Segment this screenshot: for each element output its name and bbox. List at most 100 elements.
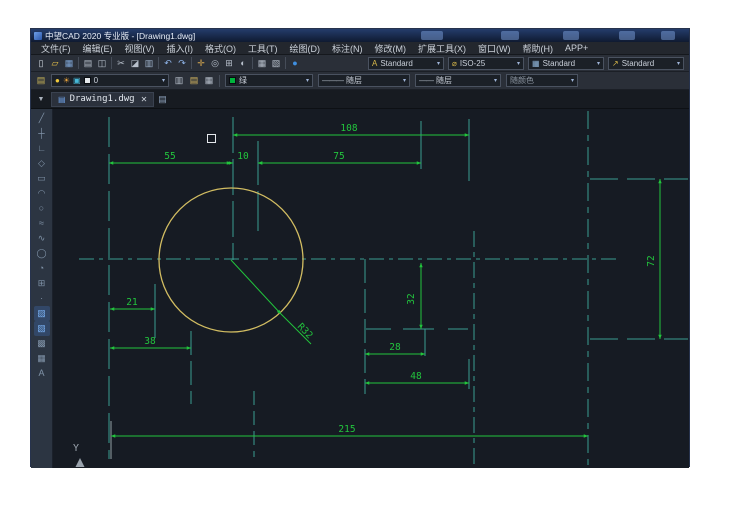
- save-icon[interactable]: ▦: [62, 57, 76, 70]
- zoom-window-icon[interactable]: ⊞: [222, 57, 236, 70]
- lineweight-combo-caret-icon[interactable]: ▾: [490, 77, 497, 84]
- open-folder-icon[interactable]: ▱: [48, 57, 62, 70]
- table-style-icon: ▦: [532, 59, 540, 68]
- text-style-combo[interactable]: AStandard▾: [368, 57, 444, 70]
- cut-icon[interactable]: ✂: [114, 57, 128, 70]
- layer-lock-icon[interactable]: ▣: [73, 76, 81, 85]
- tool-polygon-icon[interactable]: ◇: [34, 156, 50, 171]
- tool-construction-line-icon[interactable]: ┼: [34, 126, 50, 141]
- toolbar-separator: [252, 57, 253, 69]
- tool-spline-icon[interactable]: ∿: [34, 231, 50, 246]
- tab-list-dropdown-icon[interactable]: ▼: [35, 96, 47, 103]
- tool-line-icon[interactable]: ╱: [34, 111, 50, 126]
- layer-combo-caret-icon[interactable]: ▾: [158, 77, 165, 84]
- tool-arc-icon[interactable]: ◠: [34, 186, 50, 201]
- tool-ellipse-icon[interactable]: ◯: [34, 246, 50, 261]
- tab-close-icon[interactable]: ✕: [141, 95, 148, 104]
- dim-style-caret-icon[interactable]: ▾: [513, 60, 520, 67]
- zoom-previous-icon[interactable]: ◐: [236, 57, 250, 70]
- current-layer-name: 0: [94, 76, 98, 85]
- menu-item-11[interactable]: 帮助(H): [517, 42, 560, 55]
- layer-previous-icon[interactable]: ▤: [187, 74, 201, 87]
- menu-item-12[interactable]: APP+: [559, 43, 594, 53]
- tool-ellipse-arc-icon[interactable]: ◔: [34, 261, 50, 276]
- menu-item-3[interactable]: 插入(I): [161, 42, 200, 55]
- design-center-icon[interactable]: ▧: [269, 57, 283, 70]
- layer-on-bulb-icon[interactable]: ●: [55, 76, 60, 85]
- dim-text-r32: R32: [295, 321, 315, 341]
- tool-revision-cloud-icon[interactable]: ≈: [34, 216, 50, 231]
- paste-icon[interactable]: ▥: [142, 57, 156, 70]
- dim-text-108: 108: [340, 123, 357, 134]
- layer-states-icon[interactable]: ▦: [202, 74, 216, 87]
- tab-drawing1[interactable]: ▤ Drawing1.dwg ✕: [51, 92, 154, 107]
- lineweight-control-combo[interactable]: —— 随层 ▾: [415, 74, 501, 87]
- toolbar-separator: [158, 57, 159, 69]
- layer-combo[interactable]: ● ☀ ▣ 0 ▾: [51, 74, 169, 87]
- draw-tool-palette: ╱┼∟◇▭◠○≈∿◯◔⊞∙▨▧▩▦A: [31, 109, 53, 468]
- menu-item-10[interactable]: 窗口(W): [472, 42, 517, 55]
- color-control-combo[interactable]: 绿 ▾: [225, 74, 313, 87]
- tool-rectangle-icon[interactable]: ▭: [34, 171, 50, 186]
- tool-gradient-icon[interactable]: ▧: [34, 321, 50, 336]
- tab-label: Drawing1.dwg: [70, 94, 135, 104]
- new-file-icon[interactable]: ▯: [34, 57, 48, 70]
- screenshot-page: 中望CAD 2020 专业版 - [Drawing1.dwg] 文件(F)编辑(…: [0, 0, 732, 525]
- linetype-combo-caret-icon[interactable]: ▾: [399, 77, 406, 84]
- drawing-canvas-svg[interactable]: 108 55 10 75 21 38 28 48 215 32 72 R32: [53, 109, 689, 468]
- make-object-layer-current-icon[interactable]: ▥: [172, 74, 186, 87]
- tool-polyline-icon[interactable]: ∟: [34, 141, 50, 156]
- menu-item-9[interactable]: 扩展工具(X): [412, 42, 472, 55]
- tool-table-icon[interactable]: ▦: [34, 351, 50, 366]
- plot-style-combo[interactable]: 随颜色 ▾: [506, 74, 578, 87]
- properties-icon[interactable]: ▦: [255, 57, 269, 70]
- menu-item-2[interactable]: 视图(V): [119, 42, 161, 55]
- tool-point-icon[interactable]: ∙: [34, 291, 50, 306]
- toolbar-separator: [191, 57, 192, 69]
- undo-icon[interactable]: ↶: [161, 57, 175, 70]
- plot-style-caret-icon[interactable]: ▾: [567, 77, 574, 84]
- pan-icon[interactable]: ✛: [194, 57, 208, 70]
- menu-item-0[interactable]: 文件(F): [35, 42, 77, 55]
- new-drawing-icon[interactable]: ▤: [158, 94, 167, 105]
- table-style-caret-icon[interactable]: ▾: [593, 60, 600, 67]
- mleader-style-value: Standard: [622, 59, 654, 68]
- ucs-y-label: Y: [73, 443, 79, 454]
- current-lineweight: 随层: [436, 75, 452, 86]
- copy-icon[interactable]: ◪: [128, 57, 142, 70]
- redo-icon[interactable]: ↷: [175, 57, 189, 70]
- menu-item-6[interactable]: 绘图(D): [284, 42, 327, 55]
- linetype-control-combo[interactable]: ——— 随层 ▾: [318, 74, 410, 87]
- text-style-icon: A: [372, 59, 377, 68]
- menu-item-8[interactable]: 修改(M): [369, 42, 413, 55]
- dim-text-48: 48: [410, 371, 422, 382]
- menu-item-7[interactable]: 标注(N): [326, 42, 369, 55]
- table-style-combo[interactable]: ▦Standard▾: [528, 57, 604, 70]
- mleader-style-combo[interactable]: ↗Standard▾: [608, 57, 684, 70]
- menu-item-5[interactable]: 工具(T): [242, 42, 284, 55]
- tool-circle-icon[interactable]: ○: [34, 201, 50, 216]
- dim-style-combo[interactable]: ⌀ISO-25▾: [448, 57, 524, 70]
- tool-insert-block-icon[interactable]: ⊞: [34, 276, 50, 291]
- dim-style-icon: ⌀: [452, 59, 457, 68]
- layer-freeze-sun-icon[interactable]: ☀: [63, 76, 70, 85]
- color-combo-caret-icon[interactable]: ▾: [302, 77, 309, 84]
- ucs-icon: Y: [73, 443, 85, 467]
- tool-text-icon[interactable]: A: [34, 366, 50, 381]
- dim-text-28: 28: [389, 342, 401, 353]
- zoom-realtime-icon[interactable]: ◎: [208, 57, 222, 70]
- plot-icon[interactable]: ▤: [81, 57, 95, 70]
- render-sphere-icon[interactable]: ●: [288, 57, 302, 70]
- drawing-area[interactable]: 108 55 10 75 21 38 28 48 215 32 72 R32: [53, 109, 689, 468]
- tool-hatch-icon[interactable]: ▨: [34, 306, 50, 321]
- current-plot-style: 随颜色: [510, 75, 534, 86]
- text-style-caret-icon[interactable]: ▾: [433, 60, 440, 67]
- mleader-style-caret-icon[interactable]: ▾: [673, 60, 680, 67]
- layer-properties-manager-icon[interactable]: ▤: [34, 74, 48, 87]
- print-preview-icon[interactable]: ◫: [95, 57, 109, 70]
- dim-text-10: 10: [237, 151, 249, 162]
- tool-region-icon[interactable]: ▩: [34, 336, 50, 351]
- current-linetype: 随层: [346, 75, 362, 86]
- menu-item-1[interactable]: 编辑(E): [77, 42, 119, 55]
- menu-item-4[interactable]: 格式(O): [199, 42, 242, 55]
